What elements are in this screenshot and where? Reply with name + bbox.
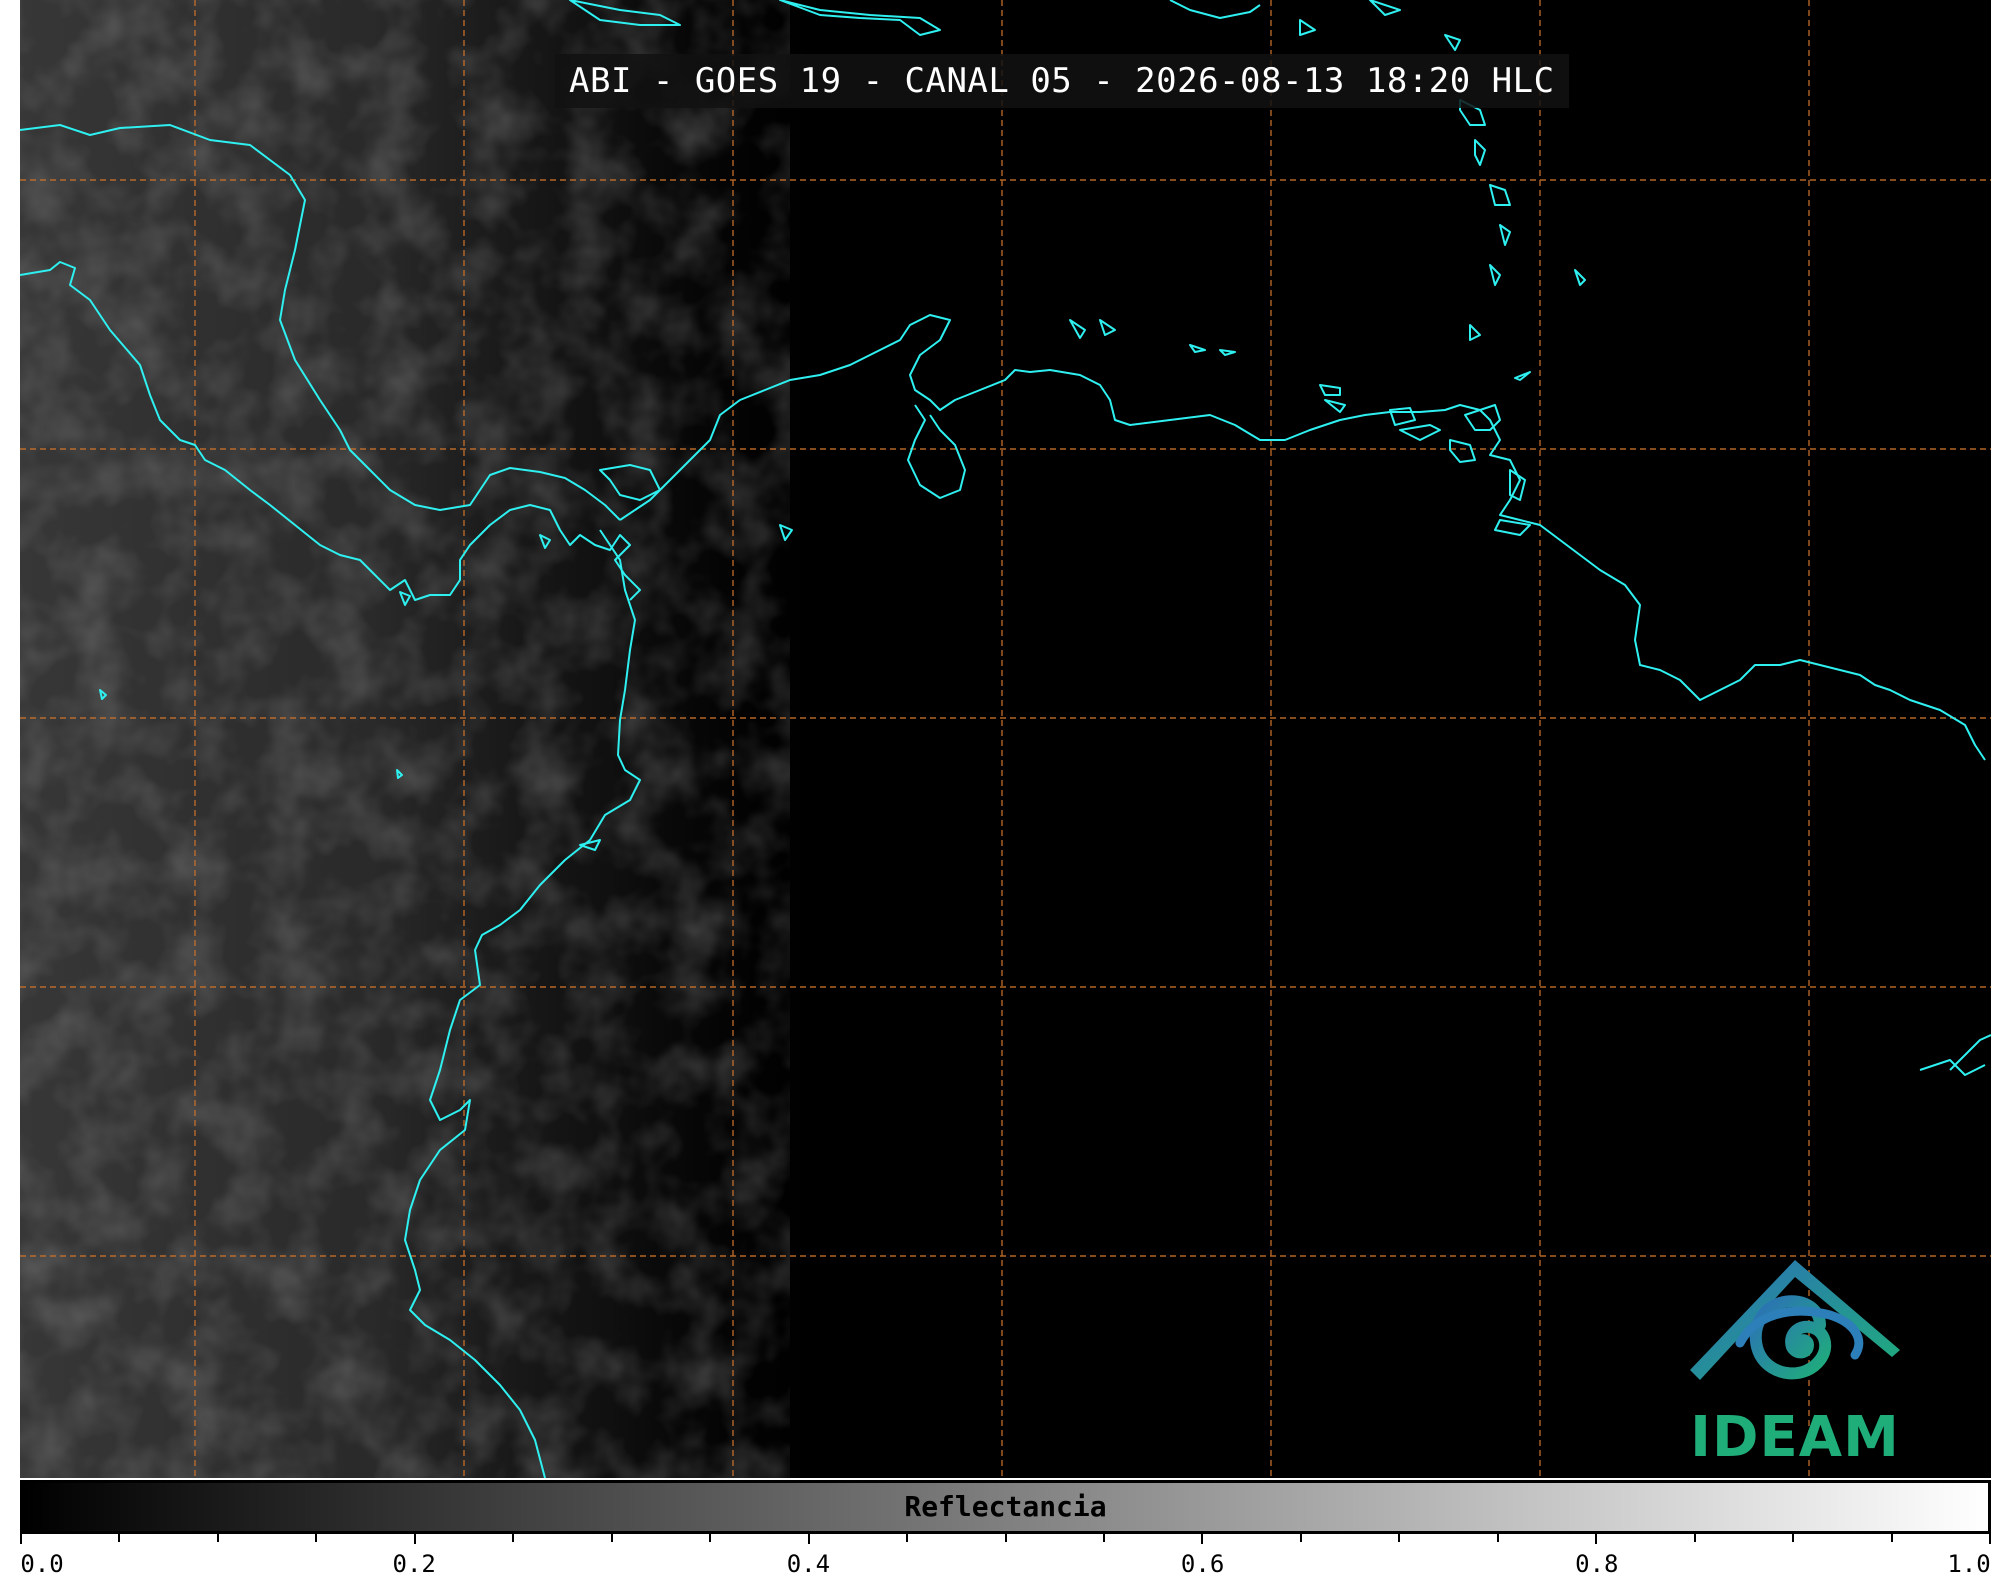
colorbar-tick	[1792, 1534, 1795, 1542]
colorbar-tick	[512, 1534, 515, 1542]
colorbar-tick	[315, 1534, 318, 1542]
colorbar-tick	[709, 1534, 712, 1542]
map-title: ABI - GOES 19 - CANAL 05 - 2026-08-13 18…	[555, 54, 1569, 108]
colorbar-tick	[1201, 1534, 1204, 1544]
colorbar-tick	[1890, 1534, 1893, 1542]
colorbar-tick	[1989, 1534, 1991, 1544]
colorbar-tick	[1398, 1534, 1401, 1542]
colorbar-tick-label: 0.8	[1575, 1550, 1619, 1577]
colorbar-tick	[906, 1534, 909, 1542]
colorbar-tick	[216, 1534, 219, 1542]
colorbar-tick-label: 1.0	[1947, 1550, 1991, 1577]
colorbar-tick-label: 0.2	[392, 1550, 436, 1577]
colorbar-tick	[118, 1534, 121, 1542]
colorbar-tick	[413, 1534, 416, 1544]
satellite-map: ABI - GOES 19 - CANAL 05 - 2026-08-13 18…	[20, 0, 1991, 1478]
colorbar-label: Reflectancia	[904, 1490, 1107, 1523]
colorbar-tick-label: 0.4	[786, 1550, 831, 1577]
colorbar-tick	[20, 1534, 22, 1544]
ideam-logo-text: IDEAM	[1690, 1405, 1900, 1470]
colorbar-tick	[610, 1534, 613, 1542]
colorbar-tick-label: 0.6	[1180, 1550, 1225, 1577]
colorbar-tick	[807, 1534, 810, 1544]
colorbar-tick	[1693, 1534, 1696, 1542]
colorbar-tick	[1496, 1534, 1499, 1542]
colorbar-tick	[1102, 1534, 1105, 1542]
colorbar-tick	[1595, 1534, 1598, 1544]
colorbar-axis: 0.0 0.2 0.4 0.6 0.8 1.0	[20, 1534, 1991, 1577]
colorbar-tick	[1299, 1534, 1302, 1542]
ideam-logo: IDEAM	[1680, 1255, 1910, 1475]
colorbar-tick-label: 0.0	[20, 1550, 64, 1577]
colorbar: Reflectancia	[20, 1480, 1991, 1534]
colorbar-tick	[1004, 1534, 1007, 1542]
ideam-logo-icon	[1690, 1260, 1900, 1380]
